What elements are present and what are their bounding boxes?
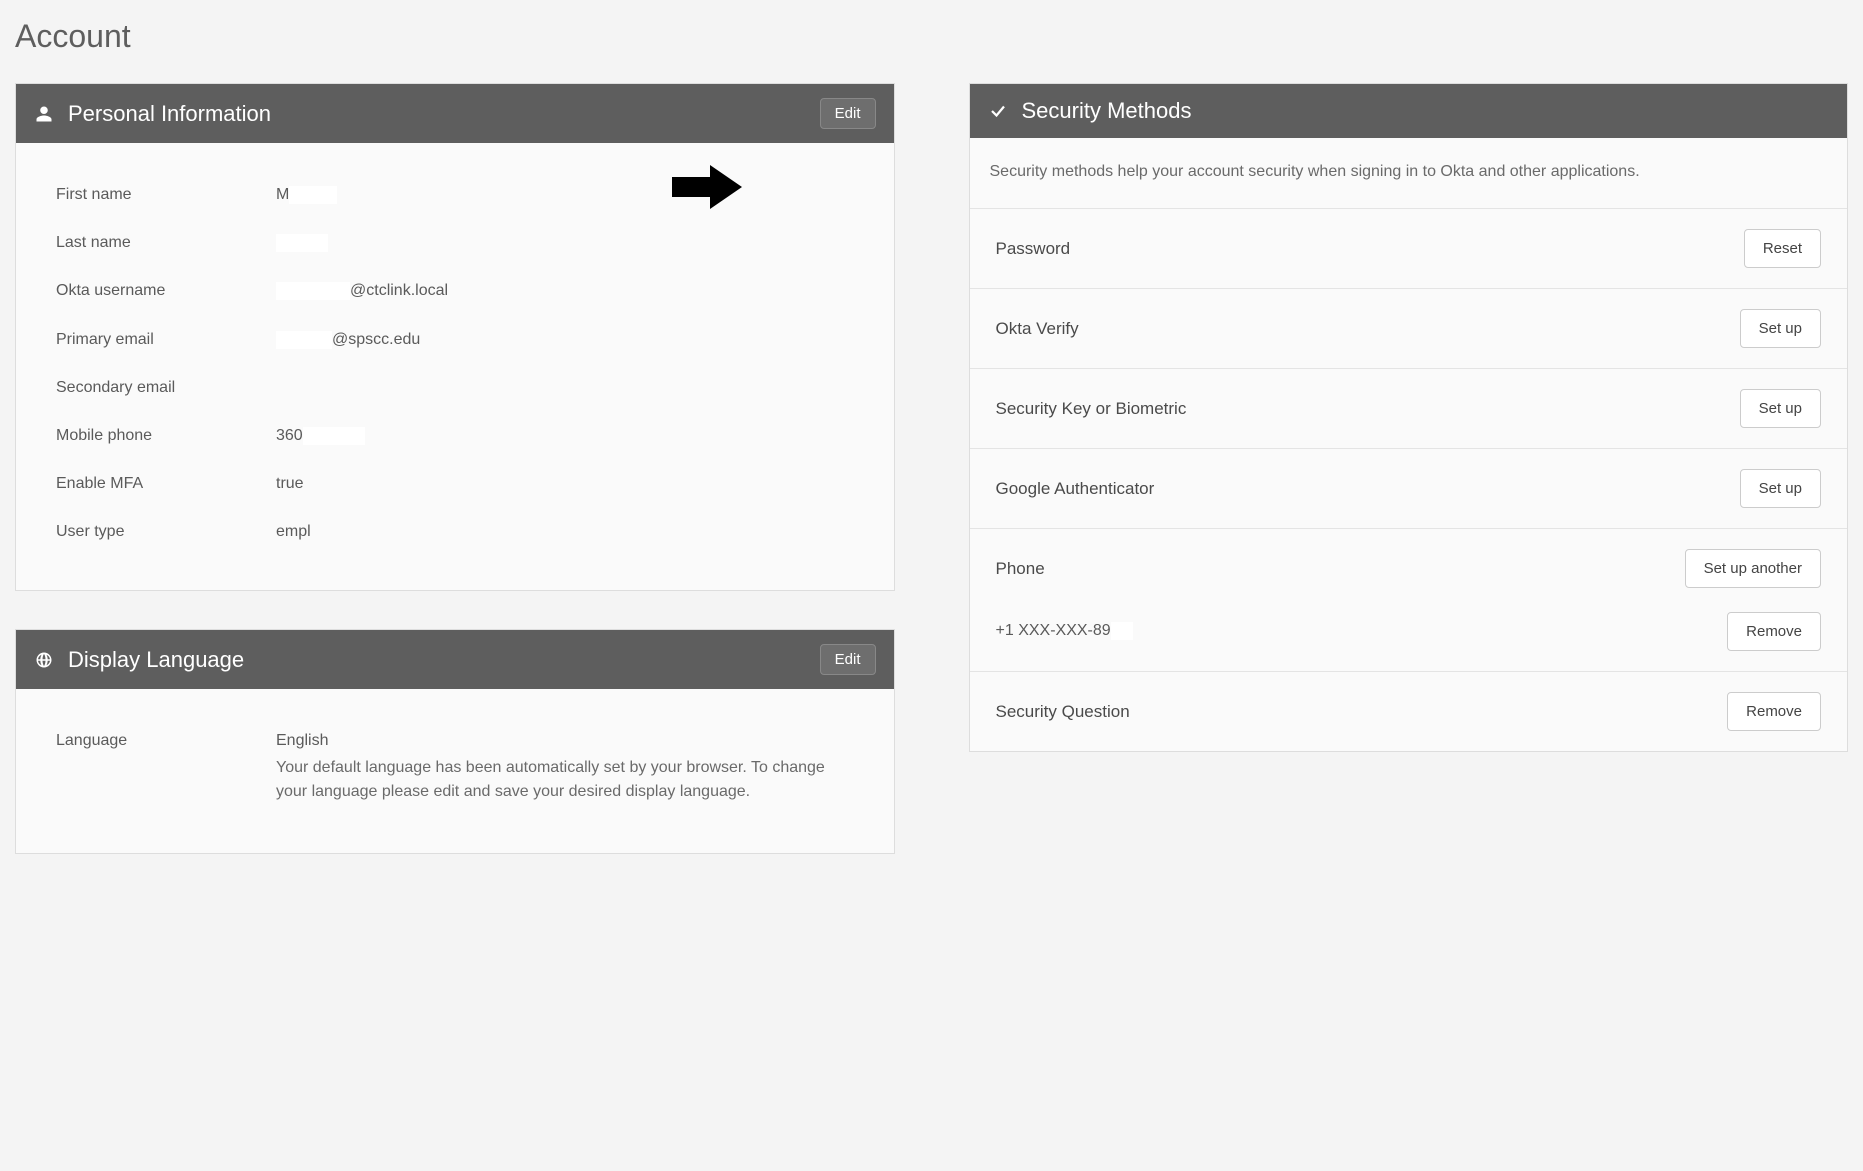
page-title: Account — [15, 18, 1848, 55]
primary-email-label: Primary email — [56, 331, 276, 349]
security-item-okta-verify: Okta Verify Set up — [970, 289, 1848, 369]
secondary-email-label: Secondary email — [56, 379, 276, 397]
personal-info-title: Personal Information — [68, 101, 806, 127]
enable-mfa-row: Enable MFA true — [56, 460, 854, 508]
phone-entry-label: +1 XXX-XXX-89 — [996, 622, 1133, 640]
security-item-phone: Phone Set up another +1 XXX-XXX-89 Remov… — [970, 529, 1848, 672]
last-name-value — [276, 234, 854, 252]
setup-google-authenticator-button[interactable]: Set up — [1740, 469, 1821, 508]
enable-mfa-label: Enable MFA — [56, 475, 276, 493]
display-language-header: Display Language Edit — [16, 630, 894, 689]
display-language-card: Display Language Edit Language English Y… — [15, 629, 895, 854]
primary-email-row: Primary email @spscc.edu — [56, 316, 854, 364]
person-icon — [34, 104, 54, 124]
password-label: Password — [996, 239, 1071, 259]
last-name-label: Last name — [56, 234, 276, 252]
mobile-phone-row: Mobile phone 360 — [56, 412, 854, 460]
language-row: Language English Your default language h… — [56, 717, 854, 819]
security-question-label: Security Question — [996, 702, 1130, 722]
okta-username-row: Okta username @ctclink.local — [56, 267, 854, 315]
security-item-google-authenticator: Google Authenticator Set up — [970, 449, 1848, 529]
check-icon — [988, 101, 1008, 121]
security-methods-header: Security Methods — [970, 84, 1848, 138]
phone-label: Phone — [996, 559, 1045, 579]
first-name-label: First name — [56, 186, 276, 204]
security-item-password: Password Reset — [970, 209, 1848, 289]
mobile-phone-value: 360 — [276, 427, 854, 445]
okta-username-label: Okta username — [56, 282, 276, 300]
setup-security-key-button[interactable]: Set up — [1740, 389, 1821, 428]
user-type-label: User type — [56, 523, 276, 541]
user-type-row: User type empl — [56, 508, 854, 556]
language-description: Your default language has been automatic… — [276, 756, 854, 804]
security-methods-title: Security Methods — [1022, 98, 1830, 124]
security-key-label: Security Key or Biometric — [996, 399, 1187, 419]
edit-personal-button[interactable]: Edit — [820, 98, 876, 129]
language-label: Language — [56, 732, 276, 750]
reset-password-button[interactable]: Reset — [1744, 229, 1821, 268]
remove-phone-button[interactable]: Remove — [1727, 612, 1821, 651]
globe-icon — [34, 650, 54, 670]
language-value: English — [276, 732, 854, 750]
remove-security-question-button[interactable]: Remove — [1727, 692, 1821, 731]
last-name-row: Last name — [56, 219, 854, 267]
security-methods-card: Security Methods Security methods help y… — [969, 83, 1849, 752]
personal-info-card: Personal Information Edit First name M L… — [15, 83, 895, 591]
setup-okta-verify-button[interactable]: Set up — [1740, 309, 1821, 348]
okta-verify-label: Okta Verify — [996, 319, 1079, 339]
setup-another-phone-button[interactable]: Set up another — [1685, 549, 1821, 588]
first-name-row: First name M — [56, 171, 854, 219]
enable-mfa-value: true — [276, 475, 854, 493]
mobile-phone-label: Mobile phone — [56, 427, 276, 445]
edit-language-button[interactable]: Edit — [820, 644, 876, 675]
okta-username-value: @ctclink.local — [276, 282, 854, 300]
personal-info-header: Personal Information Edit — [16, 84, 894, 143]
user-type-value: empl — [276, 523, 854, 541]
display-language-title: Display Language — [68, 647, 806, 673]
primary-email-value: @spscc.edu — [276, 331, 854, 349]
google-authenticator-label: Google Authenticator — [996, 479, 1155, 499]
security-item-security-question: Security Question Remove — [970, 672, 1848, 751]
first-name-value: M — [276, 186, 854, 204]
secondary-email-row: Secondary email — [56, 364, 854, 412]
security-item-security-key: Security Key or Biometric Set up — [970, 369, 1848, 449]
security-methods-description: Security methods help your account secur… — [970, 138, 1848, 209]
